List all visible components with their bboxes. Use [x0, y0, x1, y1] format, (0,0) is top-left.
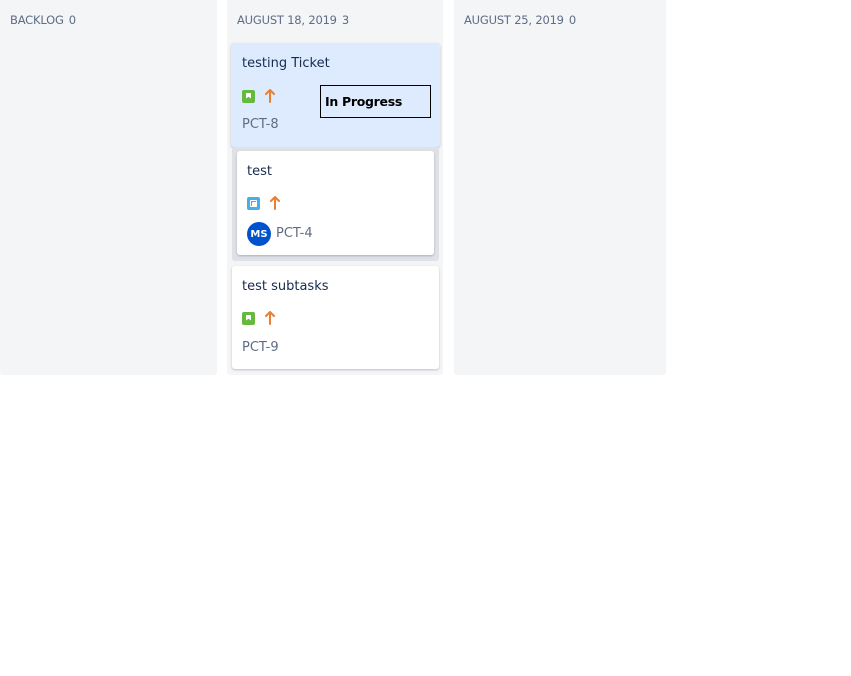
- subtask-icon: [247, 196, 260, 210]
- column-title: AUGUST 25, 2019: [464, 13, 564, 27]
- column-august-25: AUGUST 25, 2019 0: [454, 0, 666, 375]
- status-text: In Progress: [325, 94, 402, 109]
- card-title: test: [247, 164, 272, 179]
- card-icons: [242, 88, 275, 104]
- status-overlay: In Progress: [320, 85, 431, 118]
- card-title: testing Ticket: [242, 56, 330, 71]
- priority-high-icon: [270, 196, 280, 210]
- story-icon: [242, 89, 255, 103]
- column-count: 0: [68, 13, 76, 27]
- column-header: BACKLOG 0: [10, 13, 76, 27]
- card-key[interactable]: PCT-4: [276, 226, 313, 241]
- column-backlog: BACKLOG 0: [0, 0, 217, 375]
- card-key[interactable]: PCT-9: [242, 340, 279, 355]
- issue-card[interactable]: test MS PCT-4: [237, 151, 434, 255]
- priority-high-icon: [265, 311, 275, 325]
- column-header: AUGUST 18, 2019 3: [237, 13, 349, 27]
- card-title: test subtasks: [242, 279, 329, 294]
- card-icons: [247, 195, 280, 211]
- column-title: BACKLOG: [10, 13, 64, 27]
- story-icon: [242, 311, 255, 325]
- issue-card[interactable]: test subtasks PCT-9: [232, 266, 439, 369]
- priority-high-icon: [265, 89, 275, 103]
- assignee-avatar[interactable]: MS: [247, 222, 271, 246]
- card-key[interactable]: PCT-8: [242, 117, 279, 132]
- column-count: 0: [568, 13, 576, 27]
- card-icons: [242, 310, 275, 326]
- column-title: AUGUST 18, 2019: [237, 13, 337, 27]
- column-count: 3: [341, 13, 349, 27]
- column-header: AUGUST 25, 2019 0: [464, 13, 576, 27]
- issue-card[interactable]: testing Ticket PCT-8 In Progress: [231, 43, 440, 147]
